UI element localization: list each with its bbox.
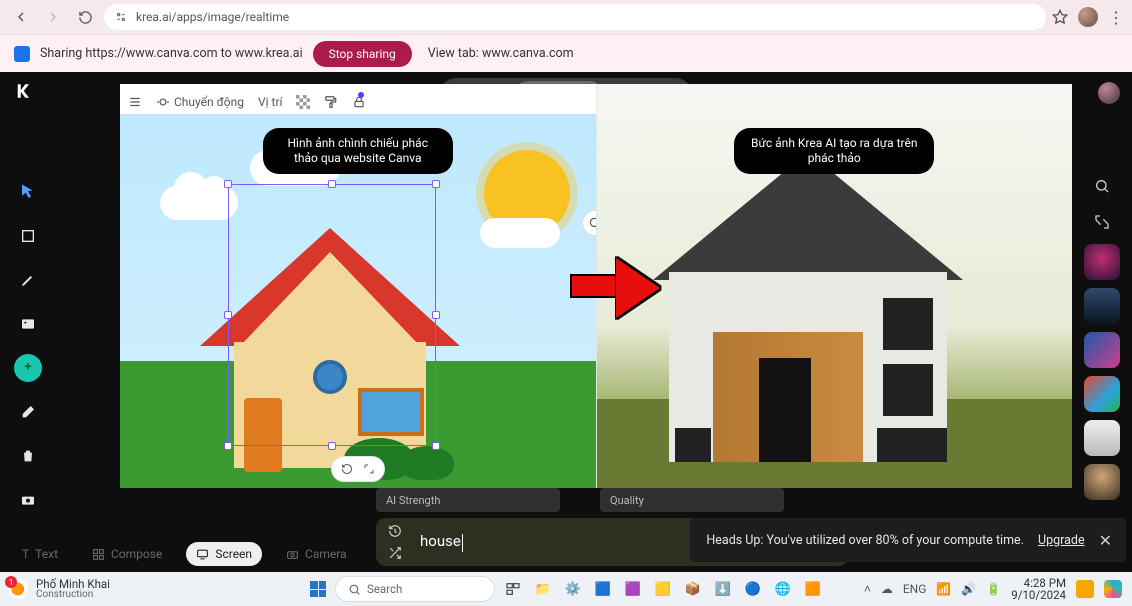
battery-icon[interactable]: 🔋: [986, 582, 1001, 596]
windows-taskbar: 🟠 Phố Minh Khai Construction Search 📁 ⚙️…: [0, 572, 1132, 606]
view-tab-link[interactable]: View tab: www.canva.com: [428, 46, 574, 61]
mode-camera[interactable]: Camera: [276, 542, 357, 566]
canva-bottom-pill: [331, 456, 385, 482]
krea-app: Home Generate Enhance Chuyển độ: [0, 72, 1132, 572]
share-indicator-icon: [14, 46, 30, 62]
motion-icon: [156, 95, 170, 109]
widgets-text[interactable]: Phố Minh Khai Construction: [36, 578, 110, 601]
output-pane[interactable]: Bức ảnh Krea AI tạo ra dựa trên phác thả…: [597, 84, 1073, 488]
dropbox-icon[interactable]: ⬇️: [711, 577, 735, 601]
edge-icon[interactable]: 🟦: [591, 577, 615, 601]
browser-toolbar: krea.ai/apps/image/realtime ⋮: [0, 0, 1132, 34]
wifi-icon[interactable]: 📶: [936, 582, 951, 596]
site-info-icon[interactable]: [114, 10, 128, 24]
ai-strength-slider[interactable]: AI Strength: [376, 488, 560, 512]
pen-tool-icon[interactable]: [14, 266, 42, 294]
canva-menu-icon[interactable]: [128, 95, 142, 109]
chrome-icon[interactable]: 🌐: [771, 577, 795, 601]
sketch-pane[interactable]: Chuyển động Vị trí: [120, 84, 597, 488]
onedrive-icon[interactable]: ☁: [881, 582, 893, 596]
upgrade-link[interactable]: Upgrade: [1038, 533, 1085, 548]
input-modes: TText Compose Screen Camera: [12, 542, 357, 566]
volume-icon[interactable]: 🔊: [961, 582, 976, 596]
kebab-menu-icon[interactable]: ⋮: [1108, 8, 1124, 27]
copilot-icon[interactable]: [1104, 580, 1122, 598]
share-text: Sharing https://www.canva.com to www.kre…: [40, 46, 303, 61]
app6-icon[interactable]: 🟧: [801, 577, 825, 601]
rectangle-tool-icon[interactable]: [14, 222, 42, 250]
expand-mini-icon[interactable]: [360, 460, 378, 478]
canvas-row: Chuyển động Vị trí: [120, 84, 1072, 488]
reload-button[interactable]: [72, 4, 98, 30]
history-icon[interactable]: [388, 524, 408, 538]
magic-tool-icon[interactable]: [14, 354, 42, 382]
random-icon[interactable]: [388, 546, 408, 560]
history-thumb[interactable]: [1084, 376, 1120, 412]
paint-roller-icon[interactable]: [324, 95, 338, 109]
expand-icon[interactable]: [1088, 208, 1116, 236]
pointer-tool-icon[interactable]: [14, 178, 42, 206]
task-view-icon[interactable]: [501, 577, 525, 601]
app2-icon[interactable]: 🟨: [651, 577, 675, 601]
refresh-icon[interactable]: [338, 460, 356, 478]
notification-icon[interactable]: [1076, 580, 1094, 598]
history-thumb[interactable]: [1084, 288, 1120, 324]
taskbar-search[interactable]: Search: [335, 576, 495, 602]
clock[interactable]: 4:28 PM 9/10/2024: [1011, 577, 1066, 601]
annotation-right: Bức ảnh Krea AI tạo ra dựa trên phác thả…: [734, 128, 934, 174]
bookmark-icon[interactable]: [1052, 9, 1068, 25]
start-button[interactable]: [307, 578, 329, 600]
position-toggle[interactable]: Vị trí: [258, 95, 283, 109]
arrow-indicator-icon: [570, 274, 618, 298]
explorer-icon[interactable]: 📁: [531, 577, 555, 601]
app1-icon[interactable]: 🟪: [621, 577, 645, 601]
widgets-icon[interactable]: 🟠: [8, 579, 28, 599]
image-tool-icon[interactable]: [14, 310, 42, 338]
compute-banner: Heads Up: You've utilized over 80% of yo…: [690, 518, 1126, 562]
tray-chevron-icon[interactable]: ˄: [864, 582, 871, 596]
cloud-shape: [160, 186, 238, 220]
transparency-icon[interactable]: [296, 95, 310, 109]
search-icon[interactable]: [1088, 172, 1116, 200]
back-button[interactable]: [8, 4, 34, 30]
tool-column: [10, 178, 46, 514]
canva-toolbar: Chuyển động Vị trí: [128, 90, 588, 114]
bush-shape: [400, 446, 454, 480]
generated-house-image: [653, 152, 963, 462]
app3-icon[interactable]: 📦: [681, 577, 705, 601]
mode-text[interactable]: TText: [12, 542, 68, 566]
url-text: krea.ai/apps/image/realtime: [136, 10, 1036, 24]
history-thumb[interactable]: [1084, 244, 1120, 280]
tab-share-bar: Sharing https://www.canva.com to www.kre…: [0, 34, 1132, 72]
forward-button[interactable]: [40, 4, 66, 30]
user-avatar-icon[interactable]: [1098, 82, 1120, 104]
trash-tool-icon[interactable]: [14, 442, 42, 470]
settings-app-icon[interactable]: ⚙️: [561, 577, 585, 601]
eraser-tool-icon[interactable]: [14, 398, 42, 426]
language-indicator[interactable]: ENG: [903, 582, 927, 596]
compute-text: Heads Up: You've utilized over 80% of yo…: [706, 533, 1024, 548]
mode-compose[interactable]: Compose: [82, 542, 172, 566]
motion-toggle[interactable]: Chuyển động: [156, 95, 244, 109]
word-icon[interactable]: 🔵: [741, 577, 765, 601]
address-bar[interactable]: krea.ai/apps/image/realtime: [104, 4, 1046, 30]
right-column: [1082, 172, 1122, 500]
profile-avatar-icon[interactable]: [1078, 7, 1098, 27]
history-thumb[interactable]: [1084, 332, 1120, 368]
indicator-dot-icon: [358, 92, 364, 98]
mode-screen[interactable]: Screen: [186, 542, 262, 566]
krea-logo-icon[interactable]: [14, 82, 32, 100]
history-thumb[interactable]: [1084, 420, 1120, 456]
bottom-bar: AI Strength Quality house Heads Up: You'…: [0, 488, 1132, 572]
close-icon[interactable]: ✕: [1099, 531, 1112, 550]
stop-sharing-button[interactable]: Stop sharing: [313, 41, 412, 67]
cloud-shape: [480, 218, 560, 248]
quality-slider[interactable]: Quality: [600, 488, 784, 512]
house-shape[interactable]: [210, 228, 450, 478]
annotation-left: Hình ảnh chình chiếu phác thảo qua websi…: [263, 128, 453, 174]
